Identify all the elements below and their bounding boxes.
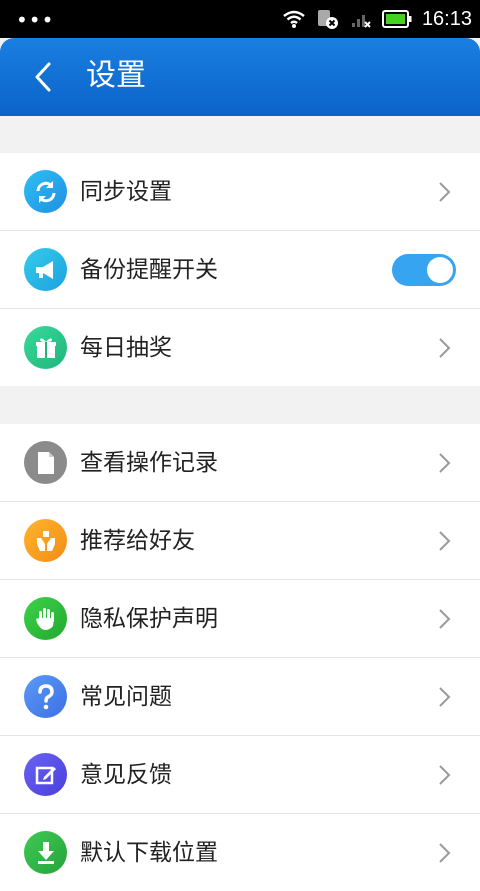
settings-row-default-download[interactable]: 默认下载位置 xyxy=(0,814,480,891)
settings-row-sync[interactable]: 同步设置 xyxy=(0,153,480,231)
chevron-right-icon xyxy=(439,843,451,863)
megaphone-icon xyxy=(24,248,67,291)
settings-row-operation-log[interactable]: 查看操作记录 xyxy=(0,424,480,502)
settings-row-feedback[interactable]: 意见反馈 xyxy=(0,736,480,814)
settings-group-2: 查看操作记录 推荐给好友 隐私保护声明 常见问题 意见反馈 默认下载位置 xyxy=(0,424,480,891)
chevron-right-icon xyxy=(439,687,451,707)
settings-row-label: 同步设置 xyxy=(80,179,172,205)
settings-row-label: 意见反馈 xyxy=(80,762,172,788)
chevron-right-icon xyxy=(439,338,451,358)
status-icons: 16:13 xyxy=(282,6,472,32)
settings-row-label: 常见问题 xyxy=(80,684,172,710)
settings-row-label: 每日抽奖 xyxy=(80,335,172,361)
settings-row-label: 备份提醒开关 xyxy=(80,257,218,283)
wifi-icon xyxy=(283,10,305,28)
clock: 16:13 xyxy=(421,7,472,30)
chevron-right-icon xyxy=(439,453,451,473)
share-hands-icon xyxy=(24,519,67,562)
settings-row-label: 推荐给好友 xyxy=(80,528,195,554)
gift-icon xyxy=(24,326,67,369)
settings-row-label: 默认下载位置 xyxy=(80,840,218,866)
sync-icon xyxy=(24,170,67,213)
notification-dots-icon: ••• xyxy=(16,8,55,32)
hand-icon xyxy=(24,597,67,640)
toggle-knob xyxy=(427,257,453,283)
document-icon xyxy=(24,441,67,484)
download-icon xyxy=(24,831,67,874)
chevron-right-icon xyxy=(439,531,451,551)
settings-row-daily-lottery[interactable]: 每日抽奖 xyxy=(0,309,480,386)
settings-row-label: 隐私保护声明 xyxy=(80,606,218,632)
backup-reminder-toggle[interactable] xyxy=(392,254,456,286)
settings-row-faq[interactable]: 常见问题 xyxy=(0,658,480,736)
settings-row-label: 查看操作记录 xyxy=(80,450,218,476)
section-gap xyxy=(0,386,480,424)
chevron-right-icon xyxy=(439,609,451,629)
back-button[interactable] xyxy=(26,60,60,94)
chevron-right-icon xyxy=(439,182,451,202)
page-title: 设置 xyxy=(86,58,146,93)
status-bar: ••• 16:13 xyxy=(0,0,480,38)
sim-error-icon xyxy=(317,10,338,29)
chevron-right-icon xyxy=(439,765,451,785)
section-gap xyxy=(0,116,480,153)
signal-icon xyxy=(351,15,371,28)
settings-row-privacy[interactable]: 隐私保护声明 xyxy=(0,580,480,658)
settings-row-recommend-friends[interactable]: 推荐给好友 xyxy=(0,502,480,580)
edit-icon xyxy=(24,753,67,796)
question-icon xyxy=(24,675,67,718)
settings-group-1: 同步设置 备份提醒开关 每日抽奖 xyxy=(0,153,480,386)
settings-row-backup-reminder: 备份提醒开关 xyxy=(0,231,480,309)
app-bar: 设置 xyxy=(0,38,480,116)
battery-icon xyxy=(381,10,412,28)
chevron-left-icon xyxy=(35,62,51,92)
